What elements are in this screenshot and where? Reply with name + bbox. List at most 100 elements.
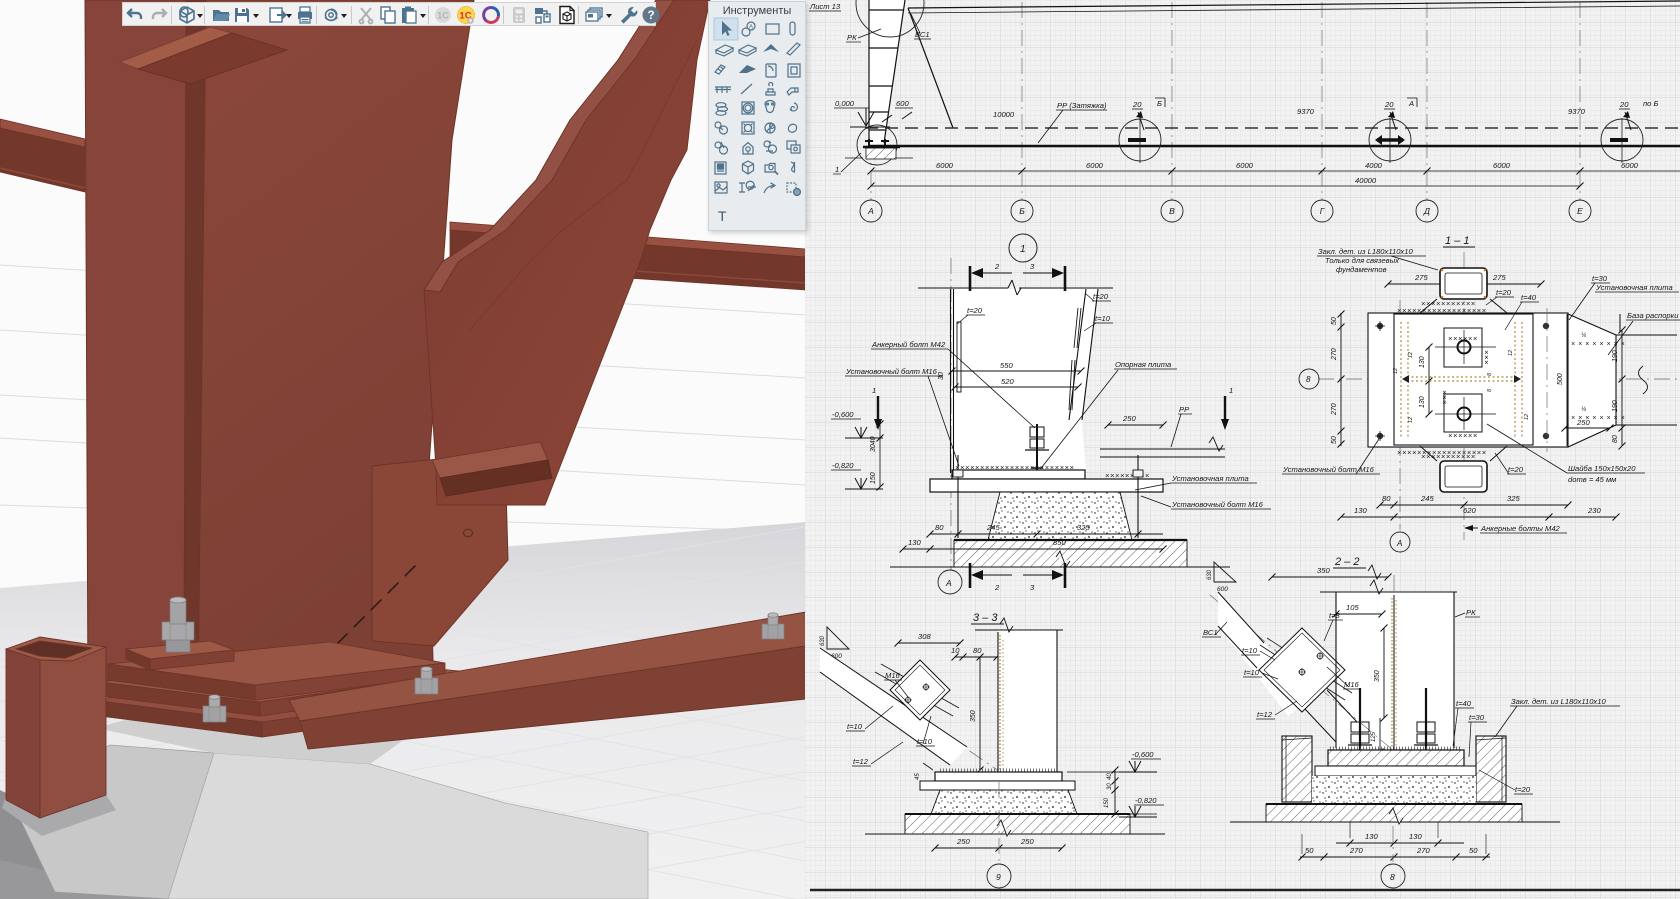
svg-text:275: 275 bbox=[1492, 273, 1506, 282]
svg-text:t=20: t=20 bbox=[1093, 292, 1109, 301]
svg-text:600: 600 bbox=[896, 99, 909, 108]
svg-text:250: 250 bbox=[1122, 414, 1136, 423]
svg-text:¼: ¼ bbox=[1581, 407, 1586, 413]
svg-text:А: А bbox=[867, 206, 874, 216]
svg-text:3: 3 bbox=[1030, 262, 1035, 271]
svg-text:250: 250 bbox=[1020, 837, 1034, 846]
svg-text:308: 308 bbox=[918, 632, 931, 641]
svg-text:250: 250 bbox=[956, 837, 970, 846]
svg-text:80: 80 bbox=[935, 523, 944, 532]
svg-text:270: 270 bbox=[1331, 403, 1338, 416]
svg-text:600: 600 bbox=[1217, 586, 1228, 593]
svg-text:8: 8 bbox=[1306, 375, 1311, 384]
svg-text:6000: 6000 bbox=[1086, 161, 1104, 170]
svg-text:130: 130 bbox=[1409, 832, 1422, 841]
svg-text:230: 230 bbox=[1587, 506, 1601, 515]
svg-text:Установочная плита: Установочная плита bbox=[1171, 474, 1249, 483]
svg-text:9370: 9370 bbox=[1297, 107, 1315, 116]
svg-text:250: 250 bbox=[1576, 418, 1590, 427]
svg-text:620: 620 bbox=[1463, 506, 1476, 515]
svg-text:130: 130 bbox=[1354, 506, 1367, 515]
svg-text:50: 50 bbox=[1469, 846, 1478, 855]
svg-text:3 – 3: 3 – 3 bbox=[973, 612, 998, 624]
svg-text:2 – 2: 2 – 2 bbox=[1334, 556, 1359, 568]
svg-text:РК: РК bbox=[847, 33, 857, 42]
svg-text:Установочный болт М16: Установочный болт М16 bbox=[1171, 500, 1264, 509]
svg-text:130: 130 bbox=[1365, 832, 1378, 841]
svg-text:?: ? bbox=[647, 10, 654, 22]
svg-text:Шайба 150x150x20: Шайба 150x150x20 bbox=[1568, 464, 1636, 473]
svg-text:М16: М16 bbox=[885, 671, 901, 680]
svg-text:80: 80 bbox=[1382, 494, 1391, 503]
svg-text:4000: 4000 bbox=[1365, 161, 1383, 170]
svg-text:А: А bbox=[1396, 539, 1402, 548]
svg-text:Лист 13: Лист 13 bbox=[809, 2, 841, 11]
svg-text:РК: РК bbox=[1466, 608, 1476, 617]
svg-text:Д: Д bbox=[1423, 206, 1430, 216]
svg-text:Закл. дет. из L180x110x10: Закл. дет. из L180x110x10 bbox=[1511, 697, 1606, 706]
svg-text:1C: 1C bbox=[437, 11, 449, 21]
svg-text:××××××: ×××××× bbox=[1448, 431, 1478, 440]
svg-text:Г: Г bbox=[1320, 206, 1326, 216]
svg-text:325: 325 bbox=[1507, 494, 1520, 503]
svg-text:РР: РР bbox=[1179, 405, 1190, 414]
svg-text:Б: Б bbox=[1019, 206, 1025, 216]
svg-text:t=12: t=12 bbox=[853, 757, 869, 766]
svg-text:12: 12 bbox=[1393, 368, 1399, 374]
svg-text:t=20: t=20 bbox=[1508, 465, 1524, 474]
svg-text:A: A bbox=[749, 25, 753, 31]
svg-text:150: 150 bbox=[870, 472, 877, 484]
svg-text:Опорная плита: Опорная плита bbox=[1115, 360, 1171, 369]
svg-text:8: 8 bbox=[1390, 872, 1395, 882]
svg-text:45: 45 bbox=[915, 773, 921, 780]
svg-text:по Б: по Б bbox=[1643, 99, 1659, 108]
svg-text:Закл. дет. из L180x110x10: Закл. дет. из L180x110x10 bbox=[1318, 247, 1413, 256]
svg-text:t=12: t=12 bbox=[1257, 710, 1273, 719]
svg-text:350: 350 bbox=[970, 710, 977, 722]
svg-text:t=30: t=30 bbox=[1469, 713, 1485, 722]
svg-text:База распорки св: База распорки св bbox=[1627, 311, 1680, 320]
svg-text:12: 12 bbox=[1408, 417, 1414, 423]
svg-text:dотв = 45 мм: dотв = 45 мм bbox=[1568, 475, 1617, 484]
svg-text:t=10: t=10 bbox=[847, 722, 863, 731]
svg-text:t=10: t=10 bbox=[1244, 668, 1260, 677]
svg-text:×××: ××× bbox=[1482, 350, 1491, 365]
svg-text:30: 30 bbox=[1107, 783, 1113, 790]
svg-text:105: 105 bbox=[1346, 603, 1359, 612]
svg-text:Установочный болт М16: Установочный болт М16 bbox=[845, 367, 938, 376]
svg-text:350: 350 bbox=[1374, 670, 1381, 682]
svg-text:350: 350 bbox=[1317, 566, 1330, 575]
svg-text:12: 12 bbox=[1508, 350, 1514, 356]
svg-text:10: 10 bbox=[951, 646, 960, 655]
svg-text:130: 130 bbox=[1419, 396, 1426, 408]
svg-text:20: 20 bbox=[1384, 100, 1394, 109]
svg-text:500: 500 bbox=[1557, 373, 1564, 385]
svg-text:t=20: t=20 bbox=[967, 306, 983, 315]
svg-text:1 – 1: 1 – 1 bbox=[1445, 235, 1469, 247]
svg-text:190: 190 bbox=[1612, 400, 1619, 412]
svg-text:245: 245 bbox=[986, 523, 1000, 532]
svg-text:50: 50 bbox=[1305, 846, 1314, 855]
svg-text:Е: Е bbox=[1577, 206, 1583, 216]
svg-text:В: В bbox=[1169, 206, 1175, 216]
svg-text:-0,820: -0,820 bbox=[832, 461, 854, 470]
svg-text:-0,600: -0,600 bbox=[832, 410, 854, 419]
svg-text:9370: 9370 bbox=[1568, 107, 1586, 116]
svg-text:20: 20 bbox=[1132, 100, 1142, 109]
svg-text:6000: 6000 bbox=[1621, 161, 1639, 170]
svg-text:Б: Б bbox=[1157, 99, 1162, 108]
svg-text:А: А bbox=[1408, 99, 1414, 108]
svg-text:550: 550 bbox=[1000, 361, 1013, 370]
svg-text:××××××××××××××××××: ×××××××××××××××××× bbox=[1397, 306, 1487, 315]
svg-text:А: А bbox=[945, 578, 952, 588]
svg-text:t=40: t=40 bbox=[1521, 293, 1537, 302]
svg-text:2: 2 bbox=[994, 262, 1000, 271]
svg-text:¼: ¼ bbox=[1581, 333, 1586, 339]
svg-text:t=40: t=40 bbox=[1456, 699, 1472, 708]
svg-text:50: 50 bbox=[1331, 317, 1338, 325]
svg-text:130: 130 bbox=[1419, 356, 1426, 368]
svg-text:Только для связевых: Только для связевых bbox=[1325, 256, 1400, 265]
svg-text:-0,820: -0,820 bbox=[1135, 796, 1157, 805]
svg-text:ВС1: ВС1 bbox=[915, 30, 930, 39]
svg-text:190: 190 bbox=[1612, 350, 1619, 362]
